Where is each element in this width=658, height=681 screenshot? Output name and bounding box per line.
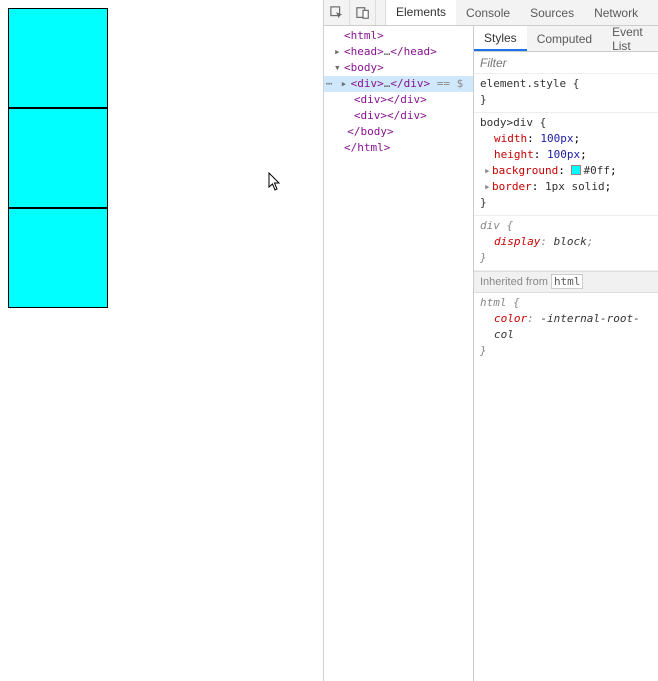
dom-node[interactable]: </body> bbox=[324, 124, 473, 140]
styles-filter-input[interactable] bbox=[480, 56, 652, 70]
rule-div-ua[interactable]: div { display: block; } bbox=[474, 216, 658, 271]
tab-computed[interactable]: Computed bbox=[527, 26, 602, 51]
css-property[interactable]: ▸border: 1px solid; bbox=[480, 179, 652, 195]
devtools-body: <html> ▸<head>…</head> ▾<body> ⋯ ▸<div>…… bbox=[324, 26, 658, 681]
prop-name: width bbox=[494, 132, 527, 145]
mouse-cursor-icon bbox=[268, 172, 282, 192]
prop-value: #0ff bbox=[583, 164, 610, 177]
tab-event-listeners[interactable]: Event List bbox=[602, 26, 658, 51]
dom-tag: <div></div> bbox=[354, 109, 427, 122]
tab-network[interactable]: Network bbox=[584, 0, 648, 25]
styles-tabs: Styles Computed Event List bbox=[474, 26, 658, 52]
prop-value: 1px solid bbox=[545, 180, 605, 193]
inherited-from-bar: Inherited from html bbox=[474, 271, 658, 293]
dom-tree[interactable]: <html> ▸<head>…</head> ▾<body> ⋯ ▸<div>…… bbox=[324, 26, 474, 681]
rule-selector: body>div bbox=[480, 116, 533, 129]
rule-body-div[interactable]: body>div { width: 100px; height: 100px; … bbox=[474, 113, 658, 216]
tab-console[interactable]: Console bbox=[456, 0, 520, 25]
tab-label: Network bbox=[594, 6, 638, 20]
prop-name: border bbox=[492, 180, 532, 193]
prop-name: display bbox=[494, 235, 540, 248]
css-property: color: -internal-root-col bbox=[480, 311, 652, 343]
dom-tag: <body> bbox=[344, 61, 384, 74]
rule-selector: element.style bbox=[480, 77, 566, 90]
device-toggle-icon[interactable] bbox=[350, 0, 376, 25]
prop-name: height bbox=[494, 148, 534, 161]
tab-label: Styles bbox=[484, 31, 517, 45]
devtools-tabs: Elements Console Sources Network bbox=[386, 0, 648, 25]
css-property: display: block; bbox=[480, 234, 652, 250]
rule-html-ua[interactable]: html { color: -internal-root-col } bbox=[474, 293, 658, 363]
dom-tag: </html> bbox=[344, 141, 390, 154]
prop-value: 100px bbox=[540, 132, 573, 145]
prop-name: color bbox=[494, 312, 527, 325]
dom-node[interactable]: ▾<body> bbox=[324, 60, 473, 76]
dom-node[interactable]: ▸<head>…</head> bbox=[324, 44, 473, 60]
tab-label: Elements bbox=[396, 5, 446, 19]
tab-elements[interactable]: Elements bbox=[386, 0, 456, 25]
tab-label: Event List bbox=[612, 26, 648, 53]
rule-selector: html bbox=[480, 296, 507, 309]
tab-label: Computed bbox=[537, 32, 592, 46]
dom-node[interactable]: </html> bbox=[324, 140, 473, 156]
devtools-panel: Elements Console Sources Network <html> … bbox=[323, 0, 658, 681]
devtools-toolbar: Elements Console Sources Network bbox=[324, 0, 658, 26]
dom-tag: </body> bbox=[347, 125, 393, 138]
inspect-icon[interactable] bbox=[324, 0, 350, 25]
dom-node[interactable]: <div></div> bbox=[324, 92, 473, 108]
styles-filter bbox=[474, 52, 658, 74]
prop-value: 100px bbox=[547, 148, 580, 161]
dom-node-selected[interactable]: ⋯ ▸<div>…</div> == $ bbox=[324, 76, 473, 92]
color-swatch-icon[interactable] bbox=[571, 165, 581, 175]
rule-element-style[interactable]: element.style { } bbox=[474, 74, 658, 113]
selected-indicator: == $ bbox=[430, 77, 463, 90]
rendered-div bbox=[8, 108, 108, 208]
tab-label: Sources bbox=[530, 6, 574, 20]
tab-label: Console bbox=[466, 6, 510, 20]
css-property[interactable]: ▸background: #0ff; bbox=[480, 163, 652, 179]
tab-styles[interactable]: Styles bbox=[474, 26, 527, 51]
inherited-link[interactable]: html bbox=[551, 274, 584, 289]
rendered-div bbox=[8, 8, 108, 108]
prop-value: block bbox=[554, 235, 587, 248]
tab-sources[interactable]: Sources bbox=[520, 0, 584, 25]
inherited-label: Inherited from bbox=[480, 276, 548, 288]
styles-rules: element.style { } body>div { width: 100p… bbox=[474, 74, 658, 681]
css-property[interactable]: height: 100px; bbox=[480, 147, 652, 163]
rule-selector: div bbox=[480, 219, 500, 232]
styles-panel: Styles Computed Event List element.style… bbox=[474, 26, 658, 681]
dom-node[interactable]: <html> bbox=[324, 28, 473, 44]
dom-tag: <html> bbox=[344, 29, 384, 42]
css-property[interactable]: width: 100px; bbox=[480, 131, 652, 147]
dom-tag: <div></div> bbox=[354, 93, 427, 106]
dom-node[interactable]: <div></div> bbox=[324, 108, 473, 124]
rendered-page bbox=[0, 0, 323, 681]
expand-caret-icon[interactable]: ▸ bbox=[484, 163, 492, 179]
expand-caret-icon[interactable]: ▸ bbox=[484, 179, 492, 195]
prop-name: background bbox=[492, 164, 558, 177]
rendered-div bbox=[8, 208, 108, 308]
